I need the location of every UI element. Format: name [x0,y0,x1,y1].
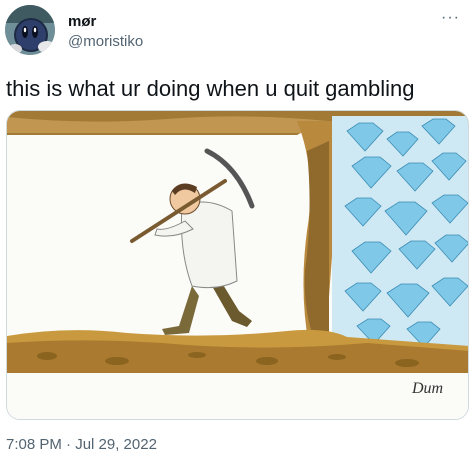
tweet-image[interactable]: Dum [6,110,469,420]
avatar[interactable] [5,5,55,55]
tweet-header: mør @moristiko ··· [0,0,474,62]
more-options-icon[interactable]: ··· [441,9,460,27]
artist-signature: Dum [411,380,443,397]
meme-illustration: Dum [7,111,468,419]
avatar-kirby-icon [5,5,55,55]
tweet-text: this is what ur doing when u quit gambli… [6,76,415,101]
display-name[interactable]: mør [68,13,96,30]
user-handle[interactable]: @moristiko [68,33,143,50]
tweet-timestamp[interactable]: 7:08 PM · Jul 29, 2022 [6,436,157,453]
